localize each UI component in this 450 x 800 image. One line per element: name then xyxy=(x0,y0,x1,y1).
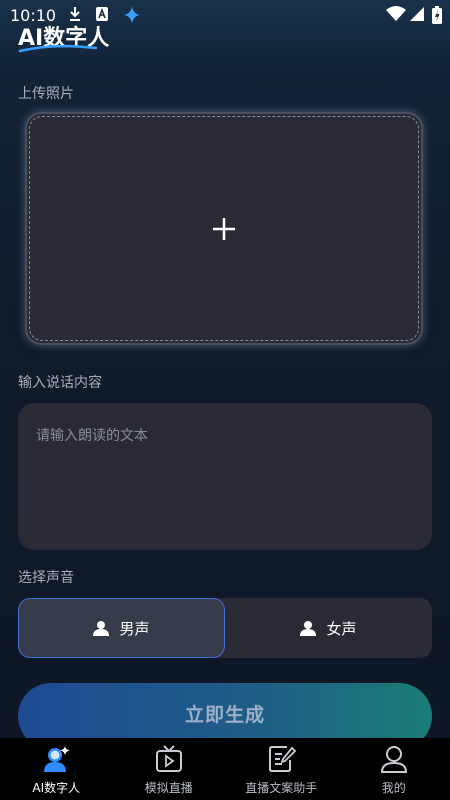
plus-icon[interactable] xyxy=(212,217,236,241)
tab-copywriting-assistant[interactable]: 直播文案助手 xyxy=(225,738,338,800)
tab-label: 模拟直播 xyxy=(144,781,193,795)
speech-label: 输入说话内容 xyxy=(18,375,102,391)
tab-label: 直播文案助手 xyxy=(245,781,318,795)
voice-label: 选择声音 xyxy=(18,570,74,586)
bottom-tab-bar: AI数字人 模拟直播 直播文案助手 我的 xyxy=(0,738,450,800)
voice-option-label: 女声 xyxy=(326,619,357,638)
photo-upload-area[interactable] xyxy=(25,112,423,345)
tab-live-simulation[interactable]: 模拟直播 xyxy=(113,738,226,800)
person-icon xyxy=(93,621,110,636)
tab-ai-avatar[interactable]: AI数字人 xyxy=(0,738,113,800)
upload-dashed-border xyxy=(29,116,419,341)
voice-option-label: 男声 xyxy=(119,619,150,638)
sparkle-icon xyxy=(124,6,140,24)
signal-icon xyxy=(410,7,424,21)
tab-label: AI数字人 xyxy=(32,781,81,795)
tv-play-icon xyxy=(155,745,182,772)
tab-profile[interactable]: 我的 xyxy=(338,738,450,800)
ai-avatar-icon xyxy=(44,746,71,772)
upload-label: 上传照片 xyxy=(18,86,74,102)
voice-selector: 男声 女声 xyxy=(18,598,432,658)
battery-icon xyxy=(432,6,442,24)
voice-option-male[interactable]: 男声 xyxy=(18,598,225,658)
user-icon xyxy=(380,746,407,773)
speech-text-input[interactable] xyxy=(18,403,432,550)
edit-document-icon xyxy=(269,746,297,772)
logo-swoosh xyxy=(18,44,98,53)
voice-option-female[interactable]: 女声 xyxy=(225,598,432,658)
wifi-icon xyxy=(386,6,406,21)
person-icon xyxy=(300,621,317,636)
tab-label: 我的 xyxy=(381,781,406,795)
